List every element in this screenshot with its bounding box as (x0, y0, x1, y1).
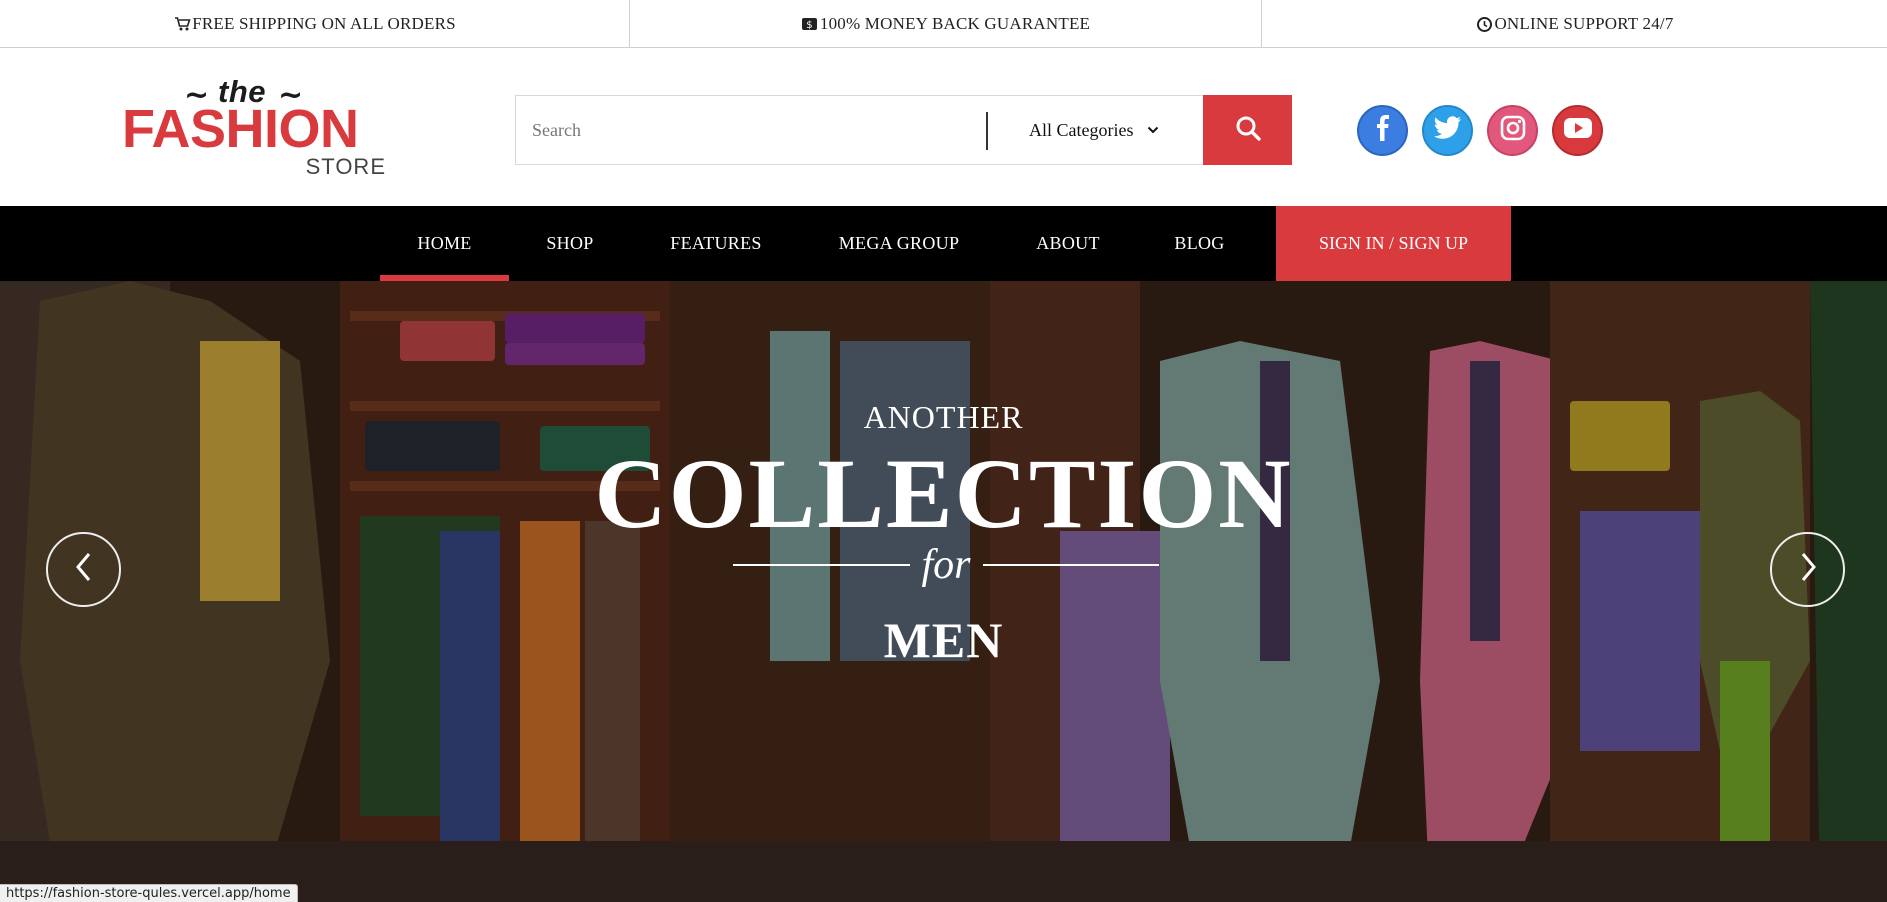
logo-fashion: FASHION (122, 99, 359, 159)
hero-title-another: ANOTHER (863, 399, 1024, 435)
nav-item-features-label: FEATURES (670, 233, 762, 253)
nav-item-shop[interactable]: SHOP (509, 206, 631, 281)
search-divider (986, 112, 988, 150)
search-field-wrap: All Categories (515, 95, 1203, 165)
clock-icon (1475, 15, 1493, 33)
shipping-info: FREE SHIPPING ON ALL ORDERS (0, 0, 630, 48)
hero-title-for: for (921, 542, 971, 588)
guarantee-text: 100% MONEY BACK GUARANTEE (819, 14, 1091, 33)
search-bar: All Categories (515, 95, 1292, 165)
site-header: ~ the ~ FASHION STORE All Categories (0, 48, 1887, 206)
hero-title-men: MEN (883, 612, 1004, 668)
youtube-button[interactable] (1552, 105, 1603, 156)
hero-title-collection: COLLECTION (594, 438, 1293, 549)
facebook-button[interactable] (1357, 105, 1408, 156)
store-logo[interactable]: ~ the ~ FASHION STORE (122, 74, 392, 186)
money-icon: $ (801, 15, 819, 33)
facebook-icon (1373, 115, 1393, 146)
hero-for-row: for (733, 542, 1160, 588)
svg-text:$: $ (807, 20, 814, 31)
instagram-button[interactable] (1487, 105, 1538, 156)
social-links (1357, 105, 1603, 156)
search-input[interactable] (532, 100, 992, 160)
hero-slider: ANOTHER COLLECTION for MEN (0, 281, 1887, 902)
nav-item-shop-label: SHOP (546, 233, 594, 253)
nav-item-features[interactable]: FEATURES (631, 206, 801, 281)
nav-item-about-label: ABOUT (1036, 233, 1100, 253)
nav-item-blog-label: BLOG (1174, 233, 1225, 253)
support-info: ONLINE SUPPORT 24/7 (1262, 0, 1887, 48)
hero-overlay (0, 281, 1887, 902)
hero-divider-left (733, 564, 910, 566)
main-nav: HOME SHOP FEATURES MEGA GROUP ABOUT BLOG… (0, 206, 1887, 281)
support-text: ONLINE SUPPORT 24/7 (1494, 14, 1674, 33)
hero-divider-right (982, 564, 1160, 566)
nav-item-about[interactable]: ABOUT (997, 206, 1139, 281)
nav-item-home-label: HOME (417, 233, 472, 253)
logo-store: STORE (305, 154, 386, 179)
nav-item-mega-group[interactable]: MEGA GROUP (801, 206, 997, 281)
sign-in-button[interactable]: SIGN IN / SIGN UP (1276, 206, 1511, 281)
guarantee-info: $ 100% MONEY BACK GUARANTEE (630, 0, 1262, 48)
chevron-left-icon (74, 551, 94, 588)
cart-icon (173, 15, 191, 33)
nav-item-blog[interactable]: BLOG (1139, 206, 1260, 281)
link-status-bar: https://fashion-store-qules.vercel.app/h… (0, 884, 298, 902)
slider-prev-button[interactable] (46, 532, 121, 607)
twitter-button[interactable] (1422, 105, 1473, 156)
twitter-icon (1433, 116, 1462, 145)
chevron-down-icon (1147, 126, 1159, 134)
nav-item-home[interactable]: HOME (380, 206, 509, 281)
search-button[interactable] (1203, 95, 1292, 165)
youtube-icon (1563, 118, 1592, 143)
nav-item-mega-group-label: MEGA GROUP (838, 233, 960, 253)
sign-in-label: SIGN IN / SIGN UP (1318, 233, 1468, 253)
category-select[interactable]: All Categories (1029, 96, 1159, 164)
slider-next-button[interactable] (1770, 532, 1845, 607)
category-select-label: All Categories (1029, 119, 1134, 140)
top-info-bar: FREE SHIPPING ON ALL ORDERS $ 100% MONEY… (0, 0, 1887, 48)
instagram-icon (1500, 115, 1526, 146)
shipping-text: FREE SHIPPING ON ALL ORDERS (192, 14, 456, 33)
chevron-right-icon (1798, 551, 1818, 588)
search-icon (1234, 114, 1262, 147)
